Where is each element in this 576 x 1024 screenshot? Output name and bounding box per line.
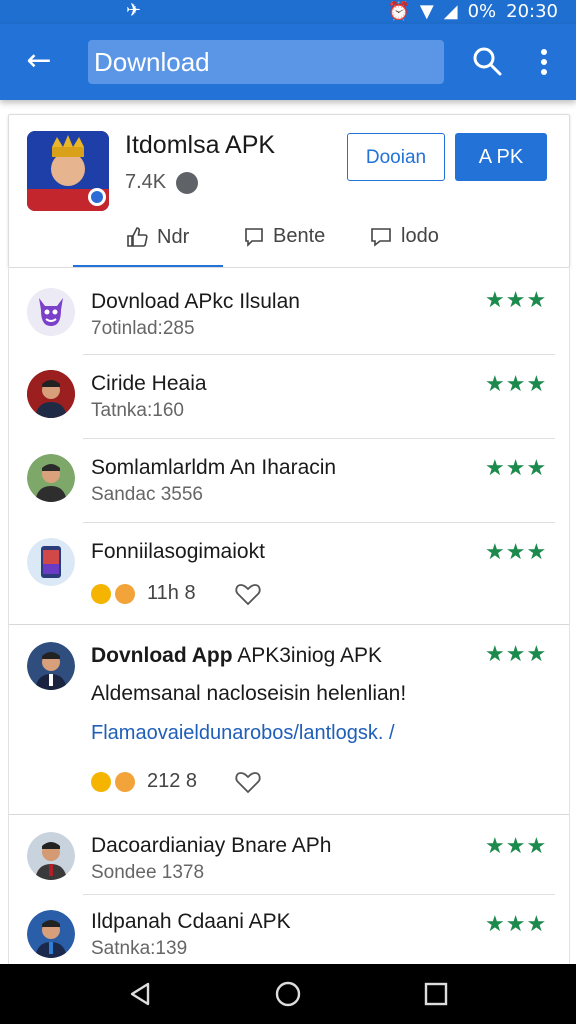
comment-icon (245, 227, 263, 247)
active-tab-indicator (73, 265, 223, 267)
app-icon[interactable] (27, 131, 109, 211)
comment-list: Dovnload APkc Ilsulan 7otinlad:285 ★★★ C… (8, 268, 570, 965)
status-icons: ⏰ ▼ ◢ 0% 20:30 (387, 0, 558, 22)
card-tabs: Ndr Bente lodo (9, 215, 569, 267)
heart-icon[interactable] (235, 770, 261, 794)
rating-stars: ★★★ (485, 540, 548, 565)
avatar (27, 538, 75, 586)
list-item-subtitle: Satnka:139 (91, 938, 188, 959)
secondary-button[interactable]: Dooian (347, 133, 445, 181)
list-item-title: Dacoardianiay Bnare APh (91, 834, 332, 857)
avatar (27, 370, 75, 418)
divider (83, 438, 555, 439)
person-avatar-icon (27, 832, 75, 880)
search-icon[interactable] (470, 44, 504, 78)
heart-icon[interactable] (235, 582, 261, 606)
back-arrow-icon[interactable]: ← (22, 44, 56, 78)
post-link[interactable]: Flamaovaieldunarobos/lantlogsk. / (91, 722, 395, 745)
list-item-subtitle: Sandac 3556 (91, 484, 203, 505)
app-title: Itdomlsa APK (125, 131, 276, 159)
app-bar: ← Download (0, 24, 576, 100)
list-item-title: Somlamlarldm An Iharacin (91, 456, 337, 479)
time-text: 20:30 (506, 0, 558, 22)
person-avatar-icon (27, 910, 75, 958)
person-avatar-icon (27, 642, 75, 690)
avatar (27, 642, 75, 690)
battery-text: 0% (467, 0, 497, 22)
person-avatar-icon (27, 454, 75, 502)
app-card: Itdomlsa APK 7.4K Dooian A PK Ndr Bente … (8, 114, 570, 268)
divider (83, 894, 555, 895)
avatar (27, 832, 75, 880)
avatar (27, 454, 75, 502)
chat-icon (371, 227, 391, 247)
reaction-count: 212 8 (147, 770, 198, 792)
smile-emoji-icon (115, 584, 135, 604)
thumbs-emoji-icon (91, 584, 111, 604)
install-button[interactable]: A PK (455, 133, 547, 181)
app-rating-row: 7.4K (125, 171, 199, 194)
signal-icon: ◢ (443, 0, 458, 22)
rating-stars: ★★★ (485, 288, 548, 313)
divider (9, 624, 569, 625)
post-title: Dovnload App APK3iniog APK (91, 644, 382, 668)
app-avatar-icon (27, 131, 109, 211)
thumbs-up-icon (127, 227, 148, 247)
rating-stars: ★★★ (485, 642, 548, 667)
tab-other-label: lodo (401, 225, 439, 247)
status-bar: ✈ ⏰ ▼ ◢ 0% 20:30 (0, 0, 576, 24)
tab-like[interactable]: Ndr (125, 225, 189, 249)
list-item-subtitle: Sondee 1378 (91, 862, 205, 883)
post-title-bold: Dovnload App (91, 644, 233, 667)
post-body: Aldemsanal nacloseisin helenlian! (91, 682, 407, 705)
rating-stars: ★★★ (485, 456, 548, 481)
reaction-count: 11h 8 (147, 582, 196, 604)
search-input[interactable]: Download (88, 40, 444, 84)
list-item-title: Ciride Heaia (91, 372, 207, 395)
phone-avatar-icon (27, 538, 75, 586)
list-item-title: Fonniilasogimaiokt (91, 540, 265, 563)
tab-comment-label: Bente (273, 225, 326, 247)
list-item-title: Dovnload APkc Ilsulan (91, 290, 300, 313)
wifi-icon: ▼ (419, 0, 434, 22)
rating-stars: ★★★ (485, 912, 548, 937)
tab-other[interactable]: lodo (369, 225, 439, 248)
alarm-icon: ⏰ (387, 0, 410, 22)
home-nav-icon[interactable] (274, 980, 302, 1008)
more-vert-icon[interactable] (532, 46, 556, 78)
avatar (27, 288, 75, 336)
rating-stars: ★★★ (485, 834, 548, 859)
thumbs-emoji-icon (91, 772, 111, 792)
tab-like-label: Ndr (157, 225, 190, 248)
devil-avatar-icon (27, 288, 75, 336)
recents-nav-icon[interactable] (422, 980, 450, 1008)
notification-icon: ✈ (126, 0, 142, 20)
person-avatar-icon (27, 370, 75, 418)
system-nav-bar (0, 964, 576, 1024)
tab-comment[interactable]: Bente (243, 225, 325, 248)
avatar (27, 910, 75, 958)
back-nav-icon[interactable] (126, 980, 154, 1008)
info-icon (176, 171, 199, 194)
rating-stars: ★★★ (485, 372, 548, 397)
post-title-rest: APK3iniog APK (232, 644, 382, 667)
divider (83, 354, 555, 355)
list-item-title: Ildpanah Cdaani APK (91, 910, 291, 933)
smile-emoji-icon (115, 772, 135, 792)
list-item-subtitle: Tatnka:160 (91, 400, 184, 421)
list-item-subtitle: 7otinlad:285 (91, 318, 195, 339)
divider (9, 814, 569, 815)
download-count: 7.4K (125, 171, 167, 193)
divider (83, 522, 555, 523)
